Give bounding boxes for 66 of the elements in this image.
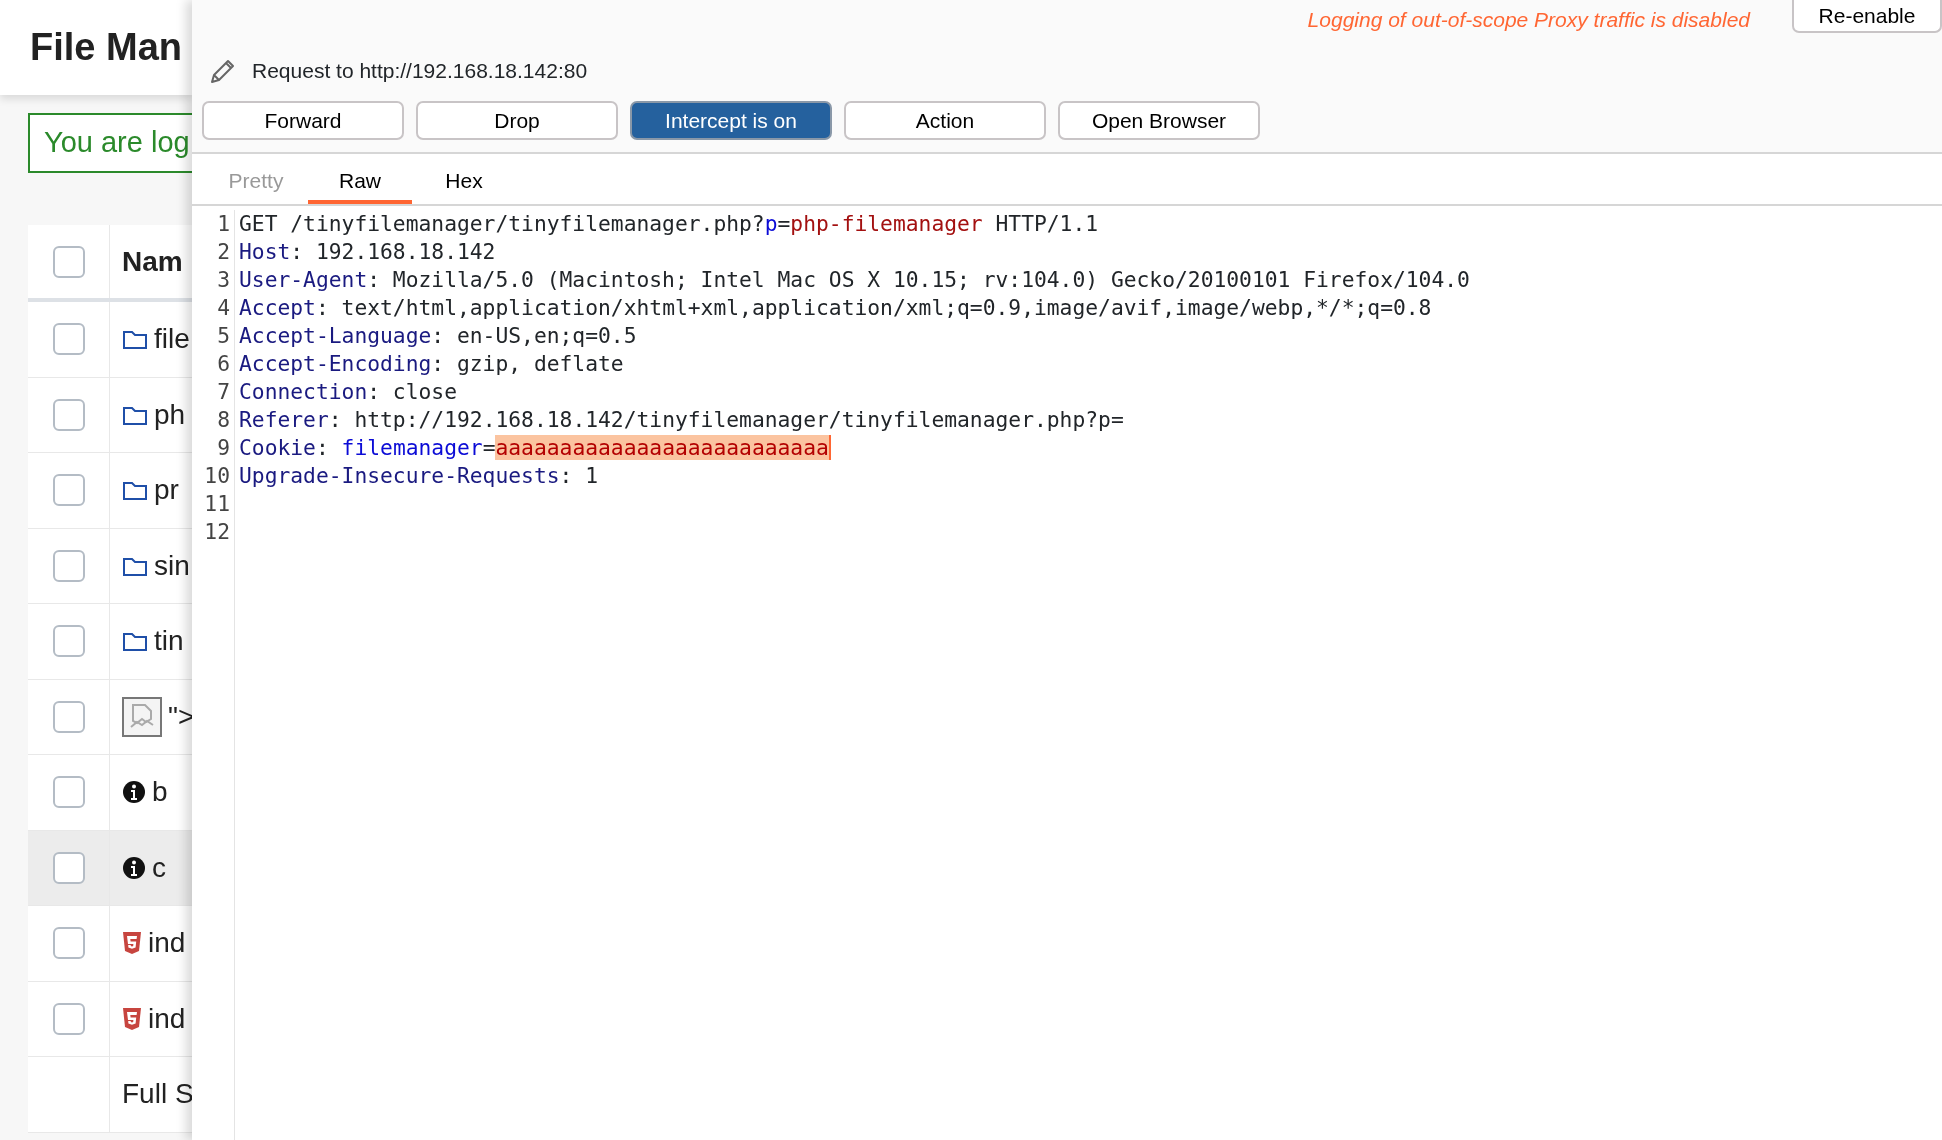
checkbox[interactable] (52, 245, 85, 278)
column-header: Nam (122, 244, 183, 279)
line-number: 10 (204, 463, 230, 488)
checkbox[interactable] (52, 1002, 85, 1035)
page-title: File Man (30, 25, 183, 70)
reenable-button[interactable]: Re-enable (1792, 0, 1942, 33)
file-name[interactable]: ph (154, 393, 186, 436)
checkbox[interactable] (52, 776, 85, 809)
line-number: 8 (217, 407, 230, 432)
code-line: User-Agent: Mozilla/5.0 (Macintosh; Intel Mac OS X 10.15; rv:104.0) Gecko/20100101 Firefox/104.0 (239, 267, 1470, 292)
code-line: Connection: close (239, 379, 457, 404)
folder-icon (122, 630, 148, 653)
code-line: Accept-Language: en-US,en;q=0.5 (239, 323, 637, 348)
code-line: Host: 192.168.18.142 (239, 239, 496, 264)
code-line: Upgrade-Insecure-Requests: 1 (239, 463, 598, 488)
file-name[interactable]: c (152, 846, 166, 889)
file-name[interactable]: pr (154, 469, 179, 512)
checkbox[interactable] (52, 474, 85, 507)
checkbox[interactable] (52, 398, 85, 431)
login-alert: You are log (28, 113, 192, 173)
folder-icon (122, 479, 148, 502)
logging-notice: Logging of out-of-scope Proxy traffic is disabled (1307, 7, 1750, 33)
folder-icon (122, 328, 148, 351)
line-number: 6 (217, 351, 230, 376)
checkbox[interactable] (52, 549, 85, 582)
toolbar-button[interactable]: Open Browser (1058, 101, 1260, 140)
broken-image-icon (122, 696, 162, 737)
toolbar-button[interactable]: Action (844, 101, 1046, 140)
toolbar-button[interactable]: Intercept is on (630, 101, 832, 140)
code-line: GET /tinyfilemanager/tinyfilemanager.php?p=php-filemanager HTTP/1.1 (239, 211, 1099, 236)
line-number: 7 (217, 379, 230, 404)
info-icon (122, 780, 146, 805)
html5-icon (122, 1006, 142, 1031)
file-name[interactable]: sin (154, 544, 190, 587)
line-number: 12 (204, 519, 230, 544)
file-name[interactable]: tin (154, 620, 184, 663)
info-icon (122, 855, 146, 880)
toolbar-button[interactable]: Drop (416, 101, 618, 140)
file-name[interactable]: ind (148, 997, 186, 1040)
code-line: Accept-Encoding: gzip, deflate (239, 351, 624, 376)
line-number: 4 (217, 295, 230, 320)
line-number: 5 (217, 323, 230, 348)
html5-icon (122, 931, 142, 956)
footer-text: Full S (122, 1077, 192, 1112)
line-number: 2 (217, 239, 230, 264)
view-tab[interactable]: Hex (412, 154, 516, 204)
checkbox[interactable] (52, 323, 85, 356)
file-name[interactable]: ind (148, 922, 186, 965)
line-number: 1 (217, 211, 230, 236)
line-number: 11 (204, 491, 230, 516)
selected-text: aaaaaaaaaaaaaaaaaaaaaaaaaa (495, 435, 831, 460)
file-name[interactable]: file (154, 318, 190, 361)
request-title: Request to http://192.168.18.142:80 (252, 58, 588, 85)
checkbox[interactable] (52, 625, 85, 658)
toolbar-button[interactable]: Forward (202, 101, 404, 140)
line-number: 3 (217, 267, 230, 292)
code-line: Referer: http://192.168.18.142/tinyfilemanager/tinyfilemanager.php?p= (239, 407, 1124, 432)
checkbox[interactable] (52, 927, 85, 960)
checkbox[interactable] (52, 851, 85, 884)
file-name[interactable]: "> (168, 695, 192, 738)
file-name[interactable]: b (152, 771, 168, 814)
code-line: Accept: text/html,application/xhtml+xml,application/xml;q=0.9,image/avif,image/webp,*/*;q=0.8 (239, 295, 1432, 320)
line-number: 9 (217, 435, 230, 460)
code-line: Cookie: filemanager=aaaaaaaaaaaaaaaaaaaaaaaaaa (239, 435, 831, 460)
table-row[interactable]: c (28, 830, 192, 906)
checkbox[interactable] (52, 700, 85, 733)
